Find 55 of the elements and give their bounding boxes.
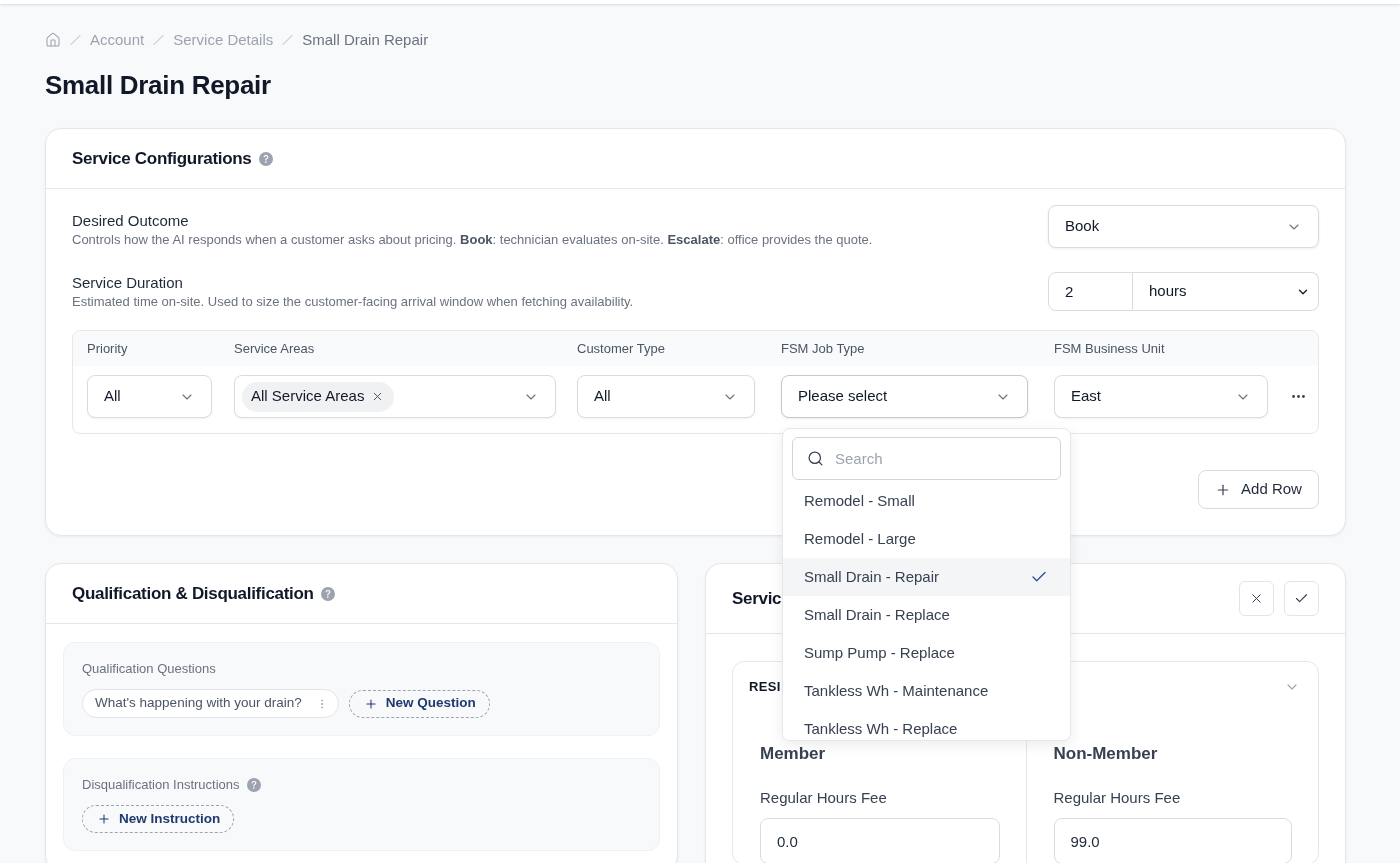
- plus-icon: [363, 696, 378, 711]
- close-icon: [1249, 591, 1264, 606]
- card-title: Qualification & Disqualification: [72, 582, 314, 605]
- column-header: Priority: [87, 339, 129, 358]
- multi-select-field[interactable]: All Service Areas: [234, 375, 556, 418]
- fee-input[interactable]: 99.0: [1053, 818, 1292, 863]
- add-row-button[interactable]: Add Row: [1198, 470, 1319, 509]
- help-icon[interactable]: [320, 586, 335, 601]
- help-icon[interactable]: [246, 778, 261, 792]
- column-header: Service Areas: [234, 339, 316, 358]
- select-field[interactable]: Please select: [781, 375, 1028, 418]
- close-button[interactable]: [1239, 581, 1274, 616]
- breadcrumb-current: Small Drain Repair: [302, 29, 429, 50]
- dropdown-option[interactable]: Small Drain - Repair: [783, 558, 1070, 596]
- select-field[interactable]: All: [87, 375, 212, 418]
- plus-icon: [97, 812, 111, 826]
- card-title: Service Configurations: [72, 147, 252, 170]
- column-title: Member: [760, 743, 827, 765]
- section-label: Disqualification Instructions: [82, 776, 240, 795]
- dropdown-option[interactable]: Sump Pump - Replace: [783, 634, 1070, 672]
- help-icon[interactable]: [258, 151, 273, 166]
- column-header: FSM Business Unit: [1054, 339, 1166, 358]
- slash-separator-icon: [70, 33, 81, 47]
- dropdown-option[interactable]: Small Drain - Replace: [783, 596, 1070, 634]
- home-icon[interactable]: [45, 32, 61, 48]
- setting-label: Service Duration: [72, 273, 184, 293]
- setting-description: Controls how the AI responds when a customer asks about pricing. Book: technician evaluates on-site. Escalate: office provides the quote.: [72, 231, 873, 249]
- column-header: Customer Type: [577, 339, 666, 358]
- select-field[interactable]: East: [1054, 375, 1268, 418]
- column-title: Non-Member: [1053, 743, 1159, 765]
- card-title: Servic: [732, 587, 782, 610]
- select-field[interactable]: All: [577, 375, 755, 418]
- segment-title: RESI: [749, 678, 781, 697]
- check-button[interactable]: [1284, 581, 1319, 616]
- search-field[interactable]: Search: [792, 437, 1061, 480]
- fee-input[interactable]: 0.0: [760, 818, 1000, 863]
- field-label: Regular Hours Fee: [760, 788, 888, 808]
- slash-separator-icon: [153, 33, 165, 47]
- select-field[interactable]: Book: [1048, 205, 1319, 248]
- page-title: Small Drain Repair: [45, 69, 272, 101]
- field-label: Regular Hours Fee: [1053, 788, 1182, 808]
- setting-description: Estimated time on-site. Used to size the customer-facing arrival window when fetching availability.: [72, 293, 634, 311]
- dropdown-option[interactable]: Tankless Wh - Replace: [783, 710, 1070, 740]
- section-label: Qualification Questions: [82, 660, 216, 679]
- setting-label: Desired Outcome: [72, 211, 190, 231]
- search-icon: [807, 450, 824, 467]
- column-header: FSM Job Type: [781, 339, 866, 358]
- question-chip[interactable]: What's happening with your drain?: [82, 689, 339, 718]
- unit-select[interactable]: hours: [1133, 272, 1319, 311]
- slash-separator-icon: [282, 33, 294, 47]
- number-input[interactable]: 2: [1048, 272, 1133, 311]
- dropdown-option[interactable]: Tankless Wh - Maintenance: [783, 672, 1070, 710]
- dropdown-option[interactable]: Remodel - Small: [783, 482, 1070, 520]
- tag-chip[interactable]: All Service Areas: [242, 381, 395, 412]
- dropdown-option[interactable]: Remodel - Large: [783, 520, 1070, 558]
